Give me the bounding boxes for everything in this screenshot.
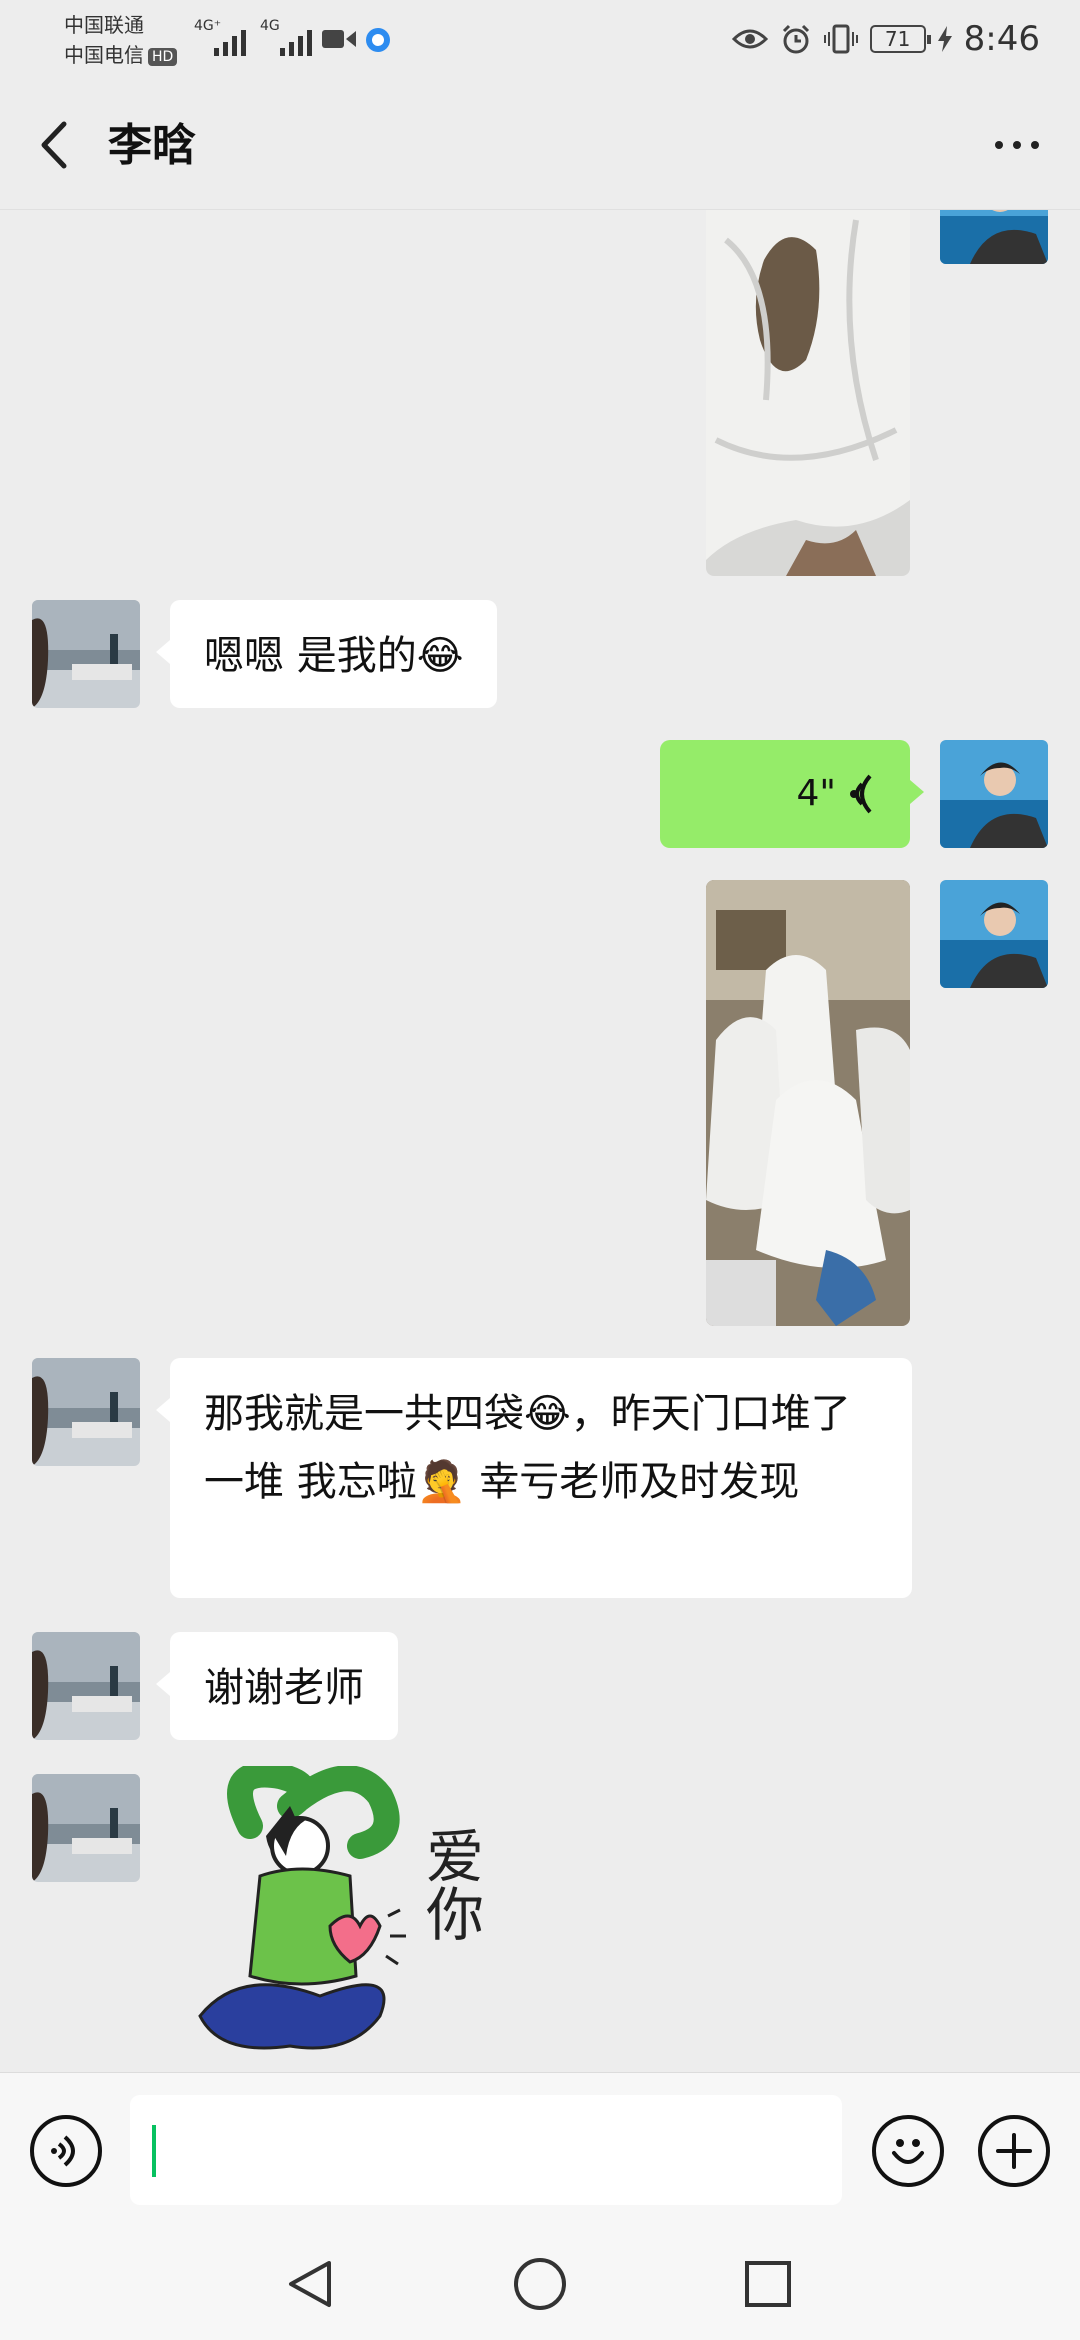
carrier-2: 中国电信: [64, 43, 144, 67]
video-icon: [322, 28, 356, 54]
nav-home-button[interactable]: [508, 2252, 572, 2316]
carrier-1: 中国联通: [64, 13, 144, 37]
battery-icon: 71: [869, 25, 931, 53]
emoji-icon: [892, 2139, 924, 2164]
chevron-left-icon: [41, 121, 67, 169]
message-text: 那我就是一共四袋😂，昨天门口堆了一堆 我忘啦🤦 幸亏老师及时发现: [204, 1391, 851, 1505]
sticker-message[interactable]: 爱你: [180, 1766, 500, 2072]
voice-input-button[interactable]: [30, 2115, 102, 2187]
message-bubble-received[interactable]: 谢谢老师: [156, 1632, 398, 1740]
plus-icon: [996, 2133, 1032, 2169]
image-message-bags[interactable]: [706, 880, 910, 1326]
chat-message-list[interactable]: 嗯嗯 是我的😂 4" 那我就是一共四袋😂，昨天门口堆了一堆 我忘啦🤦 幸亏老师及…: [0, 210, 1080, 2072]
my-avatar[interactable]: [940, 210, 1048, 264]
voice-duration: 4": [796, 773, 836, 814]
page-title: 李晗: [108, 120, 196, 171]
contact-avatar[interactable]: [32, 600, 140, 708]
more-dot: [1031, 141, 1039, 149]
voice-message-bubble[interactable]: 4": [660, 740, 924, 848]
my-avatar[interactable]: [940, 880, 1048, 988]
contact-avatar[interactable]: [32, 1358, 140, 1466]
carrier-info: 中国联通 中国电信 HD: [64, 10, 178, 70]
back-triangle-icon: [289, 2261, 331, 2307]
chat-input-bar: [0, 2072, 1080, 2228]
status-bar: 中国联通 中国电信 HD 4G⁺ 4G 71 8:46: [0, 0, 1080, 80]
voice-icon: [51, 2135, 75, 2167]
more-dot: [995, 141, 1003, 149]
message-text: 嗯嗯 是我的😂: [204, 633, 464, 679]
hd-badge: HD: [148, 47, 178, 66]
charging-icon: [937, 26, 952, 52]
more-dot: [1013, 141, 1021, 149]
contact-avatar[interactable]: [32, 1632, 140, 1740]
status-right: 71 8:46: [731, 14, 1040, 64]
back-button[interactable]: [32, 118, 82, 172]
voice-wave-icon: [850, 774, 872, 814]
emoji-button[interactable]: [872, 2115, 944, 2187]
vibrate-icon: [823, 24, 858, 54]
contact-avatar[interactable]: [32, 1774, 140, 1882]
nav-recents-button[interactable]: [736, 2252, 800, 2316]
message-bubble-received[interactable]: 嗯嗯 是我的😂: [155, 600, 498, 708]
message-bubble-received[interactable]: 那我就是一共四袋😂，昨天门口堆了一堆 我忘啦🤦 幸亏老师及时发现: [156, 1358, 912, 1598]
my-avatar[interactable]: [940, 740, 1048, 848]
chat-header: 李晗: [0, 80, 1080, 210]
alarm-icon: [782, 24, 809, 54]
clock: 8:46: [963, 19, 1040, 59]
text-caret: [152, 2125, 156, 2177]
more-options-button[interactable]: [982, 120, 1052, 170]
app-notification-icon: [364, 26, 392, 58]
message-input[interactable]: [130, 2095, 842, 2205]
message-text: 谢谢老师: [204, 1665, 364, 1711]
recents-square-icon: [745, 2261, 791, 2307]
home-circle-icon: [514, 2258, 566, 2310]
system-navigation-bar: [0, 2228, 1080, 2340]
eye-icon: [731, 29, 768, 49]
image-message-bag[interactable]: [706, 210, 910, 576]
sticker-text: 爱你: [416, 1826, 484, 1942]
more-functions-button[interactable]: [978, 2115, 1050, 2187]
nav-back-button[interactable]: [278, 2252, 342, 2316]
